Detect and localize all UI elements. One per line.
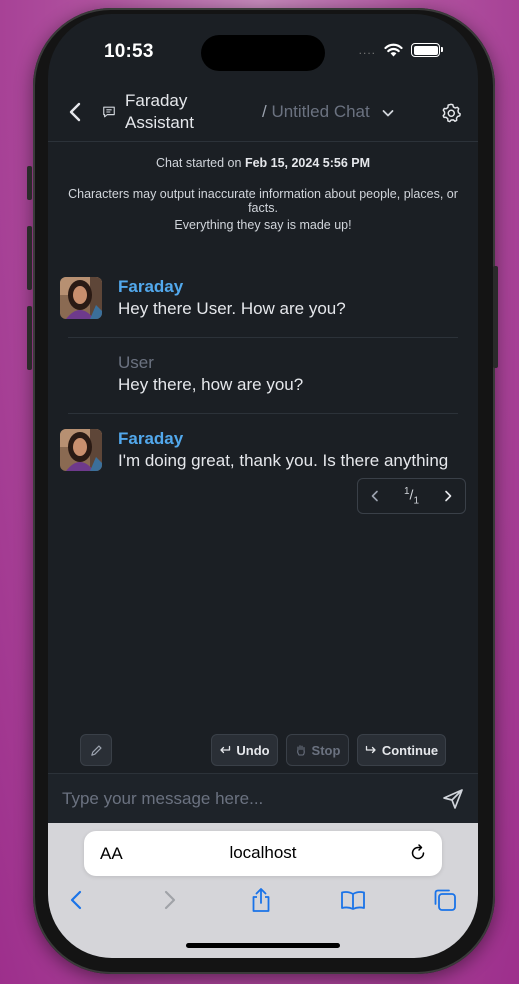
- message-text: Hey there User. How are you?: [118, 299, 346, 318]
- avatar[interactable]: [60, 277, 102, 319]
- chevron-down-icon[interactable]: [380, 105, 396, 121]
- volume-up-button: [27, 226, 32, 290]
- battery-icon: [411, 43, 443, 57]
- stop-button[interactable]: Stop: [286, 734, 349, 766]
- status-icons: ....: [358, 43, 443, 57]
- undo-label: Undo: [236, 742, 270, 758]
- url-text[interactable]: localhost: [84, 843, 442, 863]
- continue-button[interactable]: Continue: [357, 734, 446, 766]
- bookmarks-icon[interactable]: [340, 887, 366, 913]
- message-author: Faraday: [118, 429, 184, 448]
- chat-header: Faraday Assistant / Untitled Chat: [48, 84, 478, 142]
- swipe-pager: 1/1: [357, 478, 466, 514]
- message-text: I'm doing great, thank you. Is there any…: [118, 451, 449, 470]
- message-author: User: [118, 353, 154, 372]
- share-icon[interactable]: [248, 887, 274, 913]
- undo-icon: [220, 745, 231, 754]
- address-bar[interactable]: AA localhost: [84, 831, 442, 876]
- chevron-left-icon[interactable]: [369, 490, 381, 502]
- dynamic-island: [201, 35, 325, 71]
- pager-total: 1: [413, 495, 419, 507]
- avatar[interactable]: [60, 429, 102, 471]
- chat-started-label: Chat started on: [155, 156, 242, 170]
- mute-switch: [27, 166, 32, 200]
- hand-icon: [296, 744, 305, 756]
- volume-down-button: [27, 306, 32, 370]
- message-divider: [68, 337, 458, 338]
- message-author: Faraday: [118, 277, 184, 296]
- reload-icon[interactable]: [408, 843, 428, 863]
- send-icon[interactable]: [441, 787, 465, 811]
- tabs-icon[interactable]: [432, 887, 458, 913]
- edit-button[interactable]: [80, 734, 112, 766]
- made-up-notice: Everything they say is made up!: [174, 218, 352, 232]
- pager-current: 1: [403, 485, 410, 497]
- safari-toolbar: AA localhost: [48, 823, 478, 958]
- stop-label: Stop: [311, 742, 341, 758]
- status-time: 10:53: [104, 41, 154, 62]
- chevron-right-icon[interactable]: [442, 490, 454, 502]
- chat-started: Chat started on Feb 15, 2024 5:56 PM: [48, 156, 478, 170]
- back-icon[interactable]: [64, 887, 90, 913]
- pager-counter: 1/1: [403, 485, 419, 507]
- chat-name-selector[interactable]: / Untitled Chat: [262, 102, 382, 122]
- chat-name: Untitled Chat: [271, 102, 370, 121]
- continue-label: Continue: [381, 742, 439, 758]
- pencil-icon: [90, 744, 102, 756]
- message-input[interactable]: [62, 784, 422, 814]
- home-indicator: [186, 943, 340, 948]
- character-title[interactable]: Faraday Assistant: [125, 90, 225, 134]
- phone-screen: 10:53 .... Faraday Assistant / Untitled …: [48, 14, 478, 958]
- back-chevron-icon[interactable]: [64, 100, 88, 124]
- power-button: [493, 266, 498, 368]
- gear-icon[interactable]: [440, 102, 462, 124]
- signal-icon: ....: [358, 43, 376, 57]
- continue-arrow-icon: [365, 745, 376, 754]
- chat-started-date: Feb 15, 2024 5:56 PM: [244, 156, 371, 170]
- chat-bubble-icon: [103, 106, 115, 118]
- message-composer: [48, 773, 478, 823]
- chat-info: Chat started on Feb 15, 2024 5:56 PM Cha…: [48, 142, 478, 232]
- message-divider: [68, 413, 458, 414]
- message-text: Hey there, how are you?: [118, 375, 304, 394]
- disclaimer-text: Characters may output inaccurate informa…: [68, 187, 458, 215]
- undo-button[interactable]: Undo: [211, 734, 278, 766]
- wifi-icon: [384, 43, 403, 57]
- forward-icon[interactable]: [156, 887, 182, 913]
